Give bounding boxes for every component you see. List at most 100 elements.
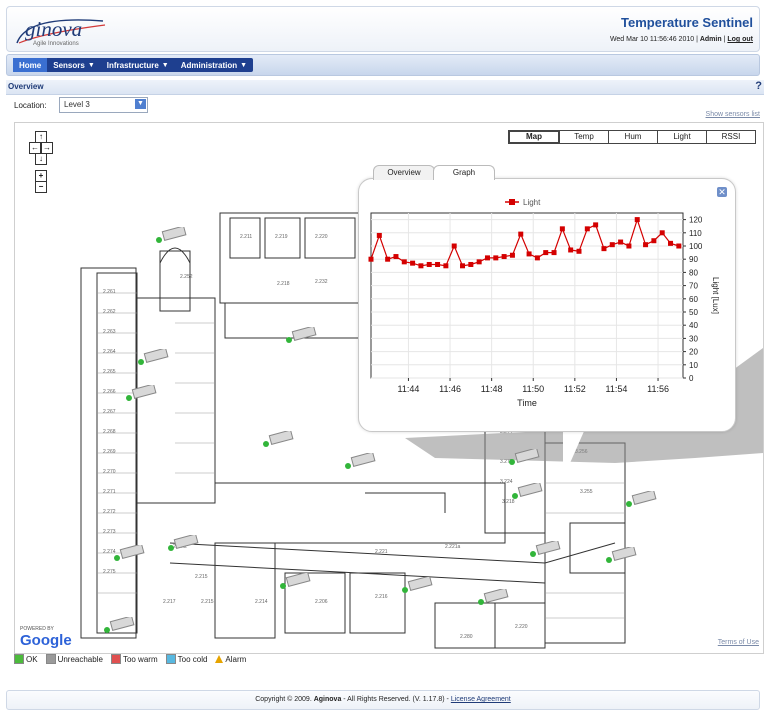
sensor-marker-selected[interactable]	[506, 447, 542, 469]
sensor-marker[interactable]	[399, 575, 435, 597]
tab-graph[interactable]: Graph	[433, 165, 495, 180]
sensor-marker[interactable]	[101, 615, 137, 637]
data-point	[376, 232, 382, 238]
data-point	[393, 254, 399, 260]
sensor-marker[interactable]	[283, 325, 319, 347]
data-point	[634, 217, 640, 223]
map-type-temp[interactable]: Temp	[559, 130, 609, 144]
svg-text:2.264: 2.264	[103, 349, 116, 355]
tab-overview[interactable]: Overview	[373, 165, 435, 180]
logo-text: ginova	[25, 17, 83, 41]
zoom-out-button[interactable]: −	[35, 181, 47, 193]
sensor-marker[interactable]	[475, 587, 511, 609]
sensor-marker[interactable]	[342, 451, 378, 473]
svg-text:2.271: 2.271	[103, 489, 116, 495]
sensor-marker[interactable]	[111, 543, 147, 565]
sensor-marker[interactable]	[603, 545, 639, 567]
x-axis-label: Time	[517, 398, 537, 408]
main-navbar: Home Sensors ▼ Infrastructure ▼ Administra…	[6, 54, 760, 76]
sensor-marker[interactable]	[260, 429, 296, 451]
data-point	[418, 263, 424, 269]
logo-tagline: Agile Innovations	[33, 41, 79, 47]
x-tick-label: 11:50	[522, 384, 544, 394]
y-tick-label: 100	[689, 242, 703, 251]
sensor-marker[interactable]	[165, 533, 201, 555]
svg-text:2.280: 2.280	[460, 634, 473, 640]
y-axis-label: Light [Lux]	[711, 277, 720, 314]
light-chart: 0 10 20 30 40 50 60 70 80 90 100 110 120 11:44 11:46 11…	[368, 198, 720, 408]
location-select[interactable]: Level 3 ▼	[59, 97, 148, 113]
map-type-map[interactable]: Map	[508, 130, 560, 144]
data-point	[601, 246, 607, 252]
location-value: Level 3	[64, 100, 90, 109]
nav-infrastructure-label: Infrastructure	[106, 60, 159, 70]
aginova-logo[interactable]: ginova Agile Innovations	[13, 13, 113, 47]
svg-text:2.272: 2.272	[103, 509, 116, 515]
main-menu: Home Sensors ▼ Infrastructure ▼ Administra…	[13, 58, 254, 72]
data-point	[526, 251, 532, 257]
sensor-marker[interactable]	[153, 225, 189, 247]
svg-text:2.232: 2.232	[315, 279, 328, 285]
nav-sensors[interactable]: Sensors ▼	[47, 58, 101, 72]
svg-text:2.268: 2.268	[103, 429, 116, 435]
data-point	[609, 242, 615, 248]
svg-text:2.206: 2.206	[315, 599, 328, 605]
svg-text:2.266: 2.266	[103, 389, 116, 395]
y-tick-label: 90	[689, 255, 698, 264]
map-type-rssi[interactable]: RSSI	[706, 130, 756, 144]
location-label: Location:	[14, 101, 47, 110]
data-point	[518, 231, 524, 237]
data-point	[385, 256, 391, 262]
logout-link[interactable]: Log out	[727, 36, 753, 43]
data-point	[443, 263, 449, 269]
data-point	[618, 239, 624, 245]
nav-home-label: Home	[19, 60, 42, 70]
y-tick-label: 110	[689, 229, 702, 238]
google-logo[interactable]: POWERED BY Google	[20, 626, 72, 649]
y-tick-label: 0	[689, 374, 694, 383]
help-icon[interactable]: ?	[755, 80, 762, 92]
current-datetime: Wed Mar 10 11:56:46 2010 |	[609, 36, 698, 43]
data-point	[401, 259, 407, 265]
legend-ok: OK	[14, 654, 38, 664]
svg-text:2.215: 2.215	[195, 574, 208, 580]
data-point	[643, 242, 649, 248]
map-type-hum[interactable]: Hum	[608, 130, 658, 144]
y-tick-label: 50	[689, 308, 698, 317]
y-tick-label: 120	[689, 216, 703, 225]
legend-too-cold-label: Too cold	[177, 654, 208, 664]
sensor-marker[interactable]	[135, 347, 171, 369]
svg-text:3.255: 3.255	[580, 489, 593, 495]
footer-brand: Aginova	[313, 696, 342, 703]
data-point	[435, 261, 441, 267]
nav-administration[interactable]: Administration ▼	[175, 58, 253, 72]
nav-administration-label: Administration	[180, 60, 238, 70]
popup-tail	[563, 429, 585, 479]
map-type-light[interactable]: Light	[657, 130, 707, 144]
svg-text:2.221: 2.221	[375, 549, 388, 555]
legend-too-warm: Too warm	[110, 654, 158, 664]
svg-text:2.273: 2.273	[103, 529, 116, 535]
data-point	[534, 255, 540, 261]
data-point	[493, 255, 499, 261]
nav-infrastructure[interactable]: Infrastructure ▼	[101, 58, 175, 72]
data-point	[484, 255, 490, 261]
terms-of-use-link[interactable]: Terms of Use	[718, 639, 759, 646]
show-sensors-list-link[interactable]: Show sensors list	[706, 111, 760, 118]
overview-header: Overview ?	[6, 80, 764, 95]
sensor-marker[interactable]	[123, 383, 159, 405]
sensor-marker[interactable]	[277, 571, 313, 593]
data-point	[676, 243, 682, 249]
footer: Copyright © 2009. Aginova - All Rights R…	[6, 690, 760, 710]
license-agreement-link[interactable]: License Agreement	[451, 696, 511, 703]
nav-home[interactable]: Home	[13, 58, 48, 72]
data-point	[410, 260, 416, 266]
x-tick-label: 11:48	[481, 384, 503, 394]
pan-down-button[interactable]: ↓	[35, 153, 47, 165]
chevron-down-icon: ▼	[135, 99, 146, 109]
data-point	[368, 256, 374, 262]
sensor-marker[interactable]	[623, 489, 659, 511]
sensor-marker[interactable]	[527, 539, 563, 561]
data-point	[426, 261, 432, 267]
sensor-marker[interactable]	[509, 481, 545, 503]
